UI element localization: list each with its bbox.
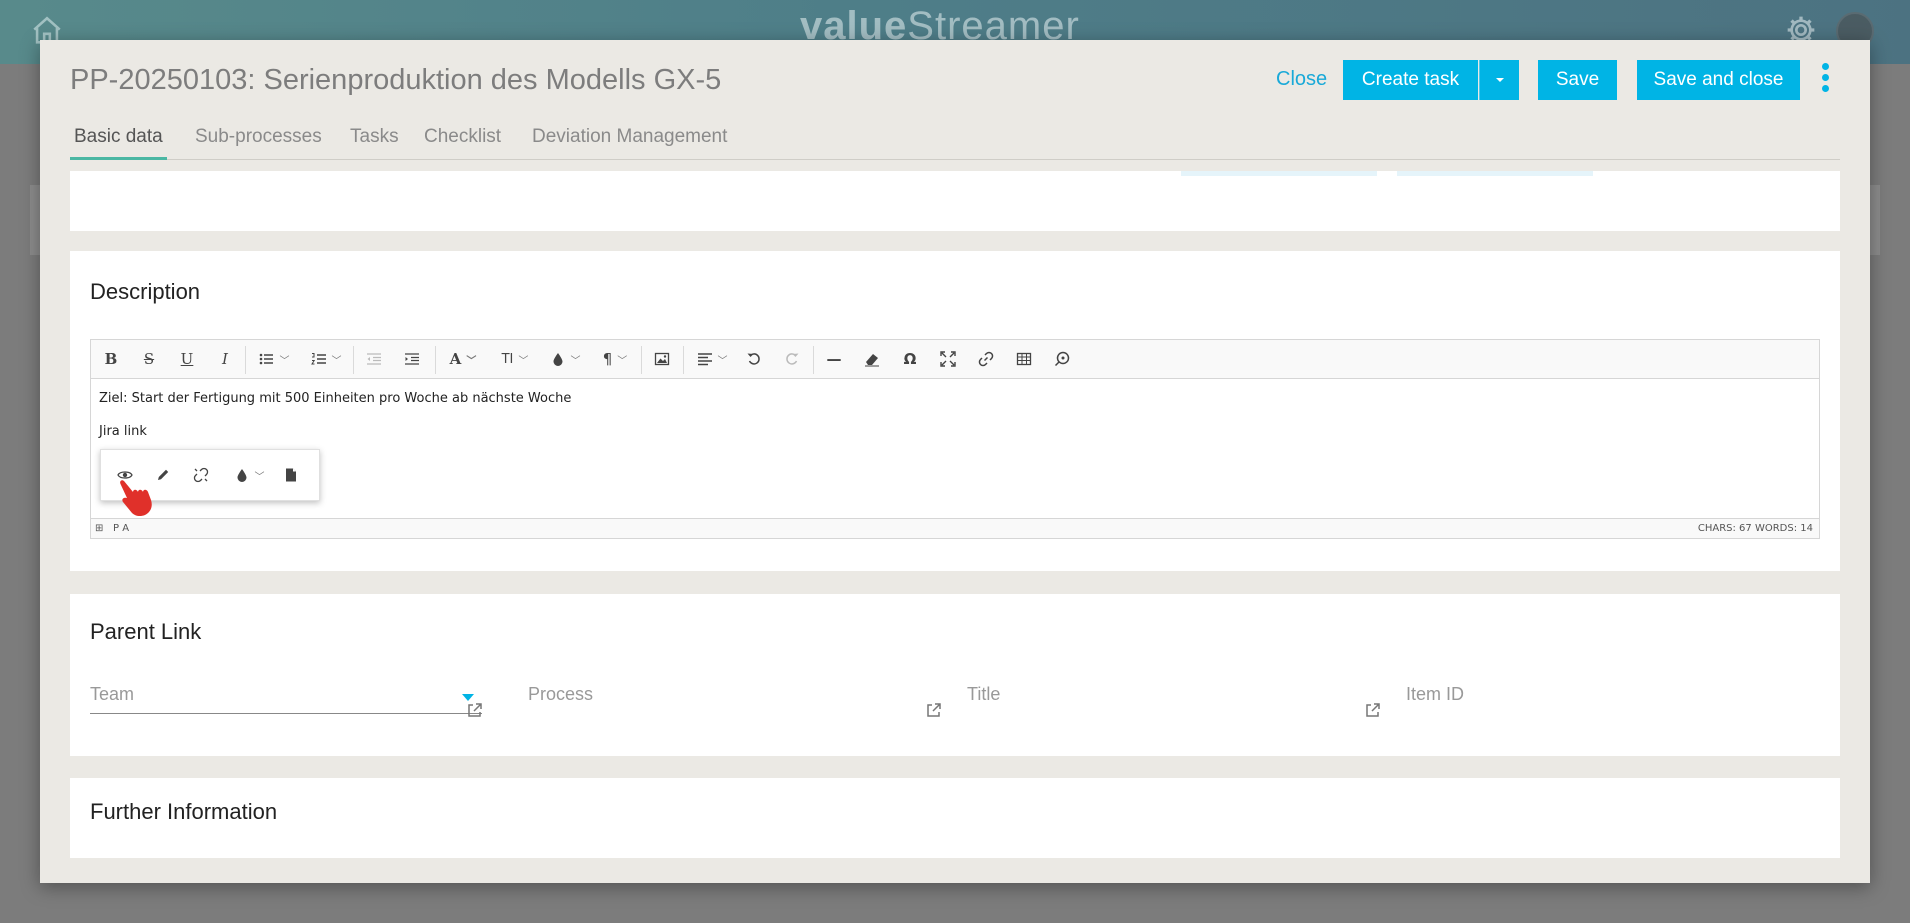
separator <box>641 346 642 374</box>
chip <box>1397 171 1593 176</box>
save-button[interactable]: Save <box>1538 60 1617 100</box>
outdent-icon <box>367 353 381 365</box>
special-characters-button[interactable]: Ω <box>897 347 923 371</box>
separator <box>353 346 354 374</box>
external-link-icon[interactable] <box>467 702 483 718</box>
statusbar-resize-icon: ⊞ <box>95 523 104 534</box>
item-id-field[interactable]: Item ID <box>1406 684 1786 714</box>
redo-button[interactable] <box>779 347 805 371</box>
link-document-button[interactable] <box>279 463 303 487</box>
editor-toolbar: B S U I ﹀ ﹀ A ﹀ TI ﹀ ﹀ ¶ ﹀ ﹀ — Ω <box>91 340 1819 379</box>
create-task-button[interactable]: Create task <box>1343 60 1478 100</box>
basic-data-card <box>70 171 1840 231</box>
align-left-icon <box>697 353 712 366</box>
fullscreen-icon <box>940 351 956 367</box>
help-icon <box>1054 351 1070 367</box>
insert-table-button[interactable] <box>1011 347 1037 371</box>
element-path[interactable]: P A <box>113 523 129 534</box>
font-family-button[interactable]: A ﹀ <box>443 347 483 371</box>
description-title: Description <box>90 279 201 304</box>
numbered-list-icon <box>310 353 326 365</box>
bullet-list-icon <box>259 353 273 365</box>
insert-link-button[interactable] <box>973 347 999 371</box>
process-label: Process <box>528 684 594 704</box>
tab-checklist[interactable]: Checklist <box>420 126 505 160</box>
item-id-label: Item ID <box>1406 684 1465 704</box>
tab-deviation-management[interactable]: Deviation Management <box>528 126 731 160</box>
eraser-icon <box>865 354 879 367</box>
image-icon <box>654 352 670 366</box>
process-modal: PP-20250103: Serienproduktion des Modell… <box>40 40 1870 883</box>
paragraph-format-button[interactable]: ¶ ﹀ <box>595 347 635 371</box>
rich-text-editor[interactable]: B S U I ﹀ ﹀ A ﹀ TI ﹀ ﹀ ¶ ﹀ ﹀ — Ω Ziel: S… <box>90 339 1820 539</box>
unlink-icon <box>193 467 209 483</box>
undo-icon <box>747 353 760 365</box>
tab-bar: Basic data Sub-processes Tasks Checklist… <box>70 126 1840 160</box>
outdent-button[interactable] <box>361 347 387 371</box>
word-count: CHARS: 67 WORDS: 14 <box>1697 523 1813 534</box>
bullet-list-button[interactable]: ﹀ <box>253 347 295 371</box>
align-button[interactable]: ﹀ <box>691 347 733 371</box>
insert-image-button[interactable] <box>649 347 675 371</box>
link-style-button[interactable]: ﹀ <box>229 463 269 487</box>
underline-button[interactable]: U <box>175 347 199 371</box>
modal-scroll-area[interactable]: Description B S U I ﹀ ﹀ A ﹀ TI ﹀ ﹀ ¶ ﹀ ﹀… <box>70 171 1840 883</box>
modal-title: PP-20250103: Serienproduktion des Modell… <box>70 64 722 96</box>
link-icon <box>978 351 994 367</box>
tab-tasks[interactable]: Tasks <box>346 126 403 160</box>
separator <box>435 346 436 374</box>
strikethrough-button[interactable]: S <box>137 347 161 371</box>
team-select[interactable]: Team <box>90 684 482 714</box>
description-card: Description B S U I ﹀ ﹀ A ﹀ TI ﹀ ﹀ ¶ ﹀ ﹀… <box>70 251 1840 571</box>
droplet-icon <box>553 353 562 366</box>
clear-formatting-button[interactable] <box>859 347 885 371</box>
further-information-card: Further Information <box>70 778 1840 858</box>
save-and-close-button[interactable]: Save and close <box>1637 60 1800 100</box>
external-link-icon[interactable] <box>926 702 942 718</box>
bold-button[interactable]: B <box>99 347 123 371</box>
tab-sub-processes[interactable]: Sub-processes <box>191 126 326 160</box>
droplet-icon <box>237 469 246 482</box>
pointer-hand-icon <box>120 480 152 517</box>
table-icon <box>1016 352 1032 366</box>
external-link-icon[interactable] <box>1365 702 1381 718</box>
more-options-icon[interactable] <box>1818 63 1832 99</box>
tab-basic-data[interactable]: Basic data <box>70 126 167 160</box>
horizontal-line-button[interactable]: — <box>821 347 847 371</box>
team-label: Team <box>90 684 135 704</box>
indent-button[interactable] <box>399 347 425 371</box>
italic-button[interactable]: I <box>213 347 237 371</box>
font-size-button[interactable]: TI ﹀ <box>493 347 537 371</box>
separator <box>813 346 814 374</box>
editor-statusbar: ⊞ P A CHARS: 67 WORDS: 14 <box>91 518 1819 538</box>
caret-down-icon <box>462 694 474 701</box>
jira-link-text[interactable]: Jira link <box>99 423 571 442</box>
numbered-list-button[interactable]: ﹀ <box>305 347 347 371</box>
title-field[interactable]: Title <box>967 684 1347 714</box>
create-task-dropdown-button[interactable] <box>1479 60 1519 100</box>
undo-button[interactable] <box>741 347 767 371</box>
editor-paragraph: Ziel: Start der Fertigung mit 500 Einhei… <box>99 391 572 406</box>
redo-icon <box>786 353 799 365</box>
fullscreen-button[interactable] <box>935 347 961 371</box>
separator <box>245 346 246 374</box>
caret-down-icon <box>1495 78 1504 82</box>
editor-content[interactable]: Ziel: Start der Fertigung mit 500 Einhei… <box>99 390 571 456</box>
unlink-button[interactable] <box>189 463 213 487</box>
indent-icon <box>405 353 419 365</box>
file-icon <box>286 468 296 482</box>
pencil-icon <box>158 469 169 480</box>
chip <box>1181 171 1377 176</box>
parent-link-card: Parent Link Team Process Title Item ID <box>70 594 1840 756</box>
text-color-button[interactable]: ﹀ <box>545 347 585 371</box>
process-field[interactable]: Process <box>528 684 908 714</box>
separator <box>683 346 684 374</box>
help-button[interactable] <box>1049 347 1075 371</box>
close-button[interactable]: Close <box>1276 68 1327 91</box>
parent-link-title: Parent Link <box>90 619 202 644</box>
title-label: Title <box>967 684 1001 704</box>
further-information-title: Further Information <box>90 799 278 824</box>
